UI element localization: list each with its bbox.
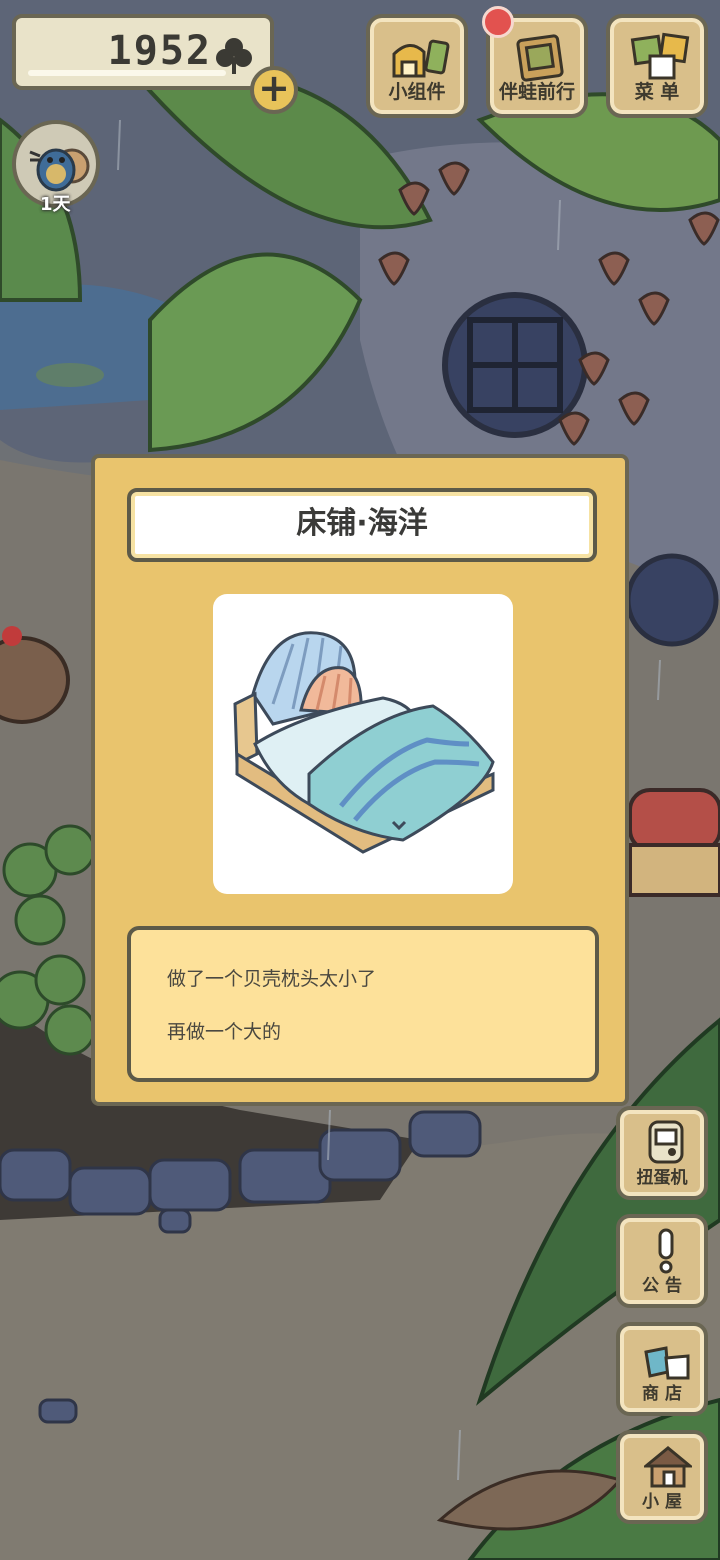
day-counter: 1天 [40, 194, 71, 215]
widget-label: 小组件 [388, 81, 446, 103]
menu-button[interactable]: 菜 单 [606, 14, 708, 118]
house-icon [644, 1446, 692, 1488]
item-image [213, 594, 513, 894]
exclamation-icon [658, 1228, 674, 1274]
house-button[interactable]: 小 屋 [616, 1430, 708, 1524]
announcement-label: 公 告 [642, 1276, 682, 1296]
ocean-bed-icon [233, 631, 495, 854]
clover-bar [28, 70, 226, 76]
description-line: 做了一个贝壳枕头太小了 [167, 968, 377, 990]
notification-badge [482, 6, 514, 38]
journey-label: 伴蛙前行 [498, 81, 575, 103]
gacha-button[interactable]: 扭蛋机 [616, 1106, 708, 1200]
item-description: 做了一个贝壳枕头太小了 再做一个大的 [127, 926, 599, 1082]
item-title: 床铺·海洋 [127, 488, 597, 562]
widget-button[interactable]: 小组件 [366, 14, 468, 118]
item-detail-dialog[interactable]: 床铺·海洋 做了一个贝壳枕头太小了 再做一个大的 [91, 454, 629, 1106]
gacha-machine-icon [648, 1120, 684, 1164]
menu-label: 菜 单 [634, 81, 680, 103]
gacha-label: 扭蛋机 [636, 1168, 688, 1188]
shop-label: 商 店 [642, 1384, 682, 1404]
shop-bags-icon [644, 1346, 690, 1380]
announcement-button[interactable]: 公 告 [616, 1214, 708, 1308]
clover-counter: 1952 [12, 14, 274, 90]
house-label: 小 屋 [642, 1492, 682, 1512]
shop-button[interactable]: 商 店 [616, 1322, 708, 1416]
clover-count: 1952 [107, 28, 212, 74]
description-line: 再做一个大的 [167, 1021, 282, 1043]
add-clover-button[interactable]: + [250, 66, 298, 114]
